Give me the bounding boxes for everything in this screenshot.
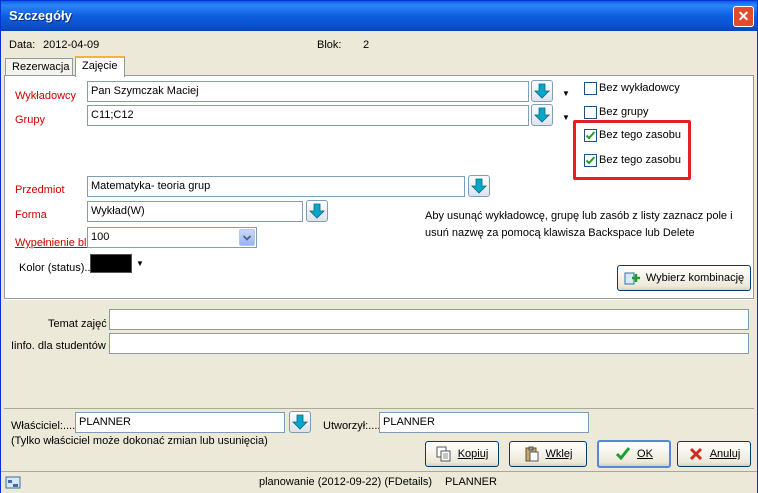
date-value: 2012-04-09	[43, 39, 100, 51]
down-arrow-icon	[292, 414, 308, 430]
info-bar: Data: 2012-04-09 Blok: 2	[1, 32, 757, 56]
owner-note: (Tylko właściciel może dokonać zmian lub…	[11, 435, 268, 447]
wybierz-kombinacje-label: Wybierz kombinację	[645, 272, 745, 284]
add-combination-icon	[624, 272, 640, 285]
wykladowcy-dropdown-icon[interactable]: ▼	[562, 89, 570, 98]
bez-grupy-checkbox[interactable]	[584, 106, 597, 119]
paste-icon	[525, 446, 539, 462]
copy-icon	[436, 446, 451, 462]
cancel-icon	[689, 447, 702, 461]
ok-button[interactable]: OK	[597, 440, 671, 468]
wykladowcy-select-button[interactable]	[531, 80, 553, 102]
close-button[interactable]: ✕	[733, 6, 754, 27]
wypelnienie-label: Wypełnienie bl.	[15, 237, 90, 249]
chevron-down-icon	[242, 235, 252, 241]
kolor-dropdown-icon[interactable]: ▼	[136, 259, 144, 268]
bez-wykladowcy-label: Bez wykładowcy	[599, 82, 680, 94]
wykladowcy-field[interactable]: Pan Szymczak Maciej	[87, 81, 529, 102]
down-arrow-icon	[534, 107, 550, 123]
tab-zajecie[interactable]: Zajęcie	[75, 56, 125, 77]
utworzyl-field: PLANNER	[379, 412, 589, 433]
info-students-field[interactable]	[109, 333, 749, 354]
wykladowcy-label: Wykładowcy	[15, 90, 77, 102]
title-bar: Szczegóły ✕	[1, 1, 757, 31]
utworzyl-label: Utworzył:....	[323, 420, 381, 432]
wypelnienie-dropdown-button[interactable]	[239, 229, 255, 246]
temat-field[interactable]	[109, 309, 749, 330]
wlasciciel-field[interactable]: PLANNER	[75, 412, 285, 433]
info-students-label: Iinfo. dla studentów	[11, 340, 106, 352]
down-arrow-icon	[471, 178, 487, 194]
date-label: Data:	[9, 39, 36, 51]
kolor-swatch[interactable]	[90, 254, 132, 273]
przedmiot-field[interactable]: Matematyka- teoria grup	[87, 176, 465, 197]
bez-grupy-label: Bez grupy	[599, 106, 649, 118]
wypelnienie-value: 100	[91, 231, 110, 243]
status-bar: planowanie (2012-09-22) (FDetails) PLANN…	[1, 471, 757, 493]
anuluj-label: Anuluj	[709, 448, 741, 460]
wlasciciel-label: Właściciel:....	[11, 420, 76, 432]
window-title: Szczegóły	[9, 8, 72, 23]
divider	[4, 408, 754, 409]
status-user: PLANNER	[445, 476, 497, 488]
down-arrow-icon	[534, 83, 550, 99]
anuluj-button[interactable]: Anuluj	[677, 441, 751, 467]
forma-field[interactable]: Wykład(W)	[87, 201, 303, 222]
details-window: Szczegóły ✕ Data: 2012-04-09 Blok: 2 Rez…	[0, 0, 758, 493]
temat-label: Temat zajęć	[48, 318, 107, 330]
przedmiot-label: Przedmiot	[15, 184, 65, 196]
grupy-select-button[interactable]	[531, 104, 553, 126]
bez-wykladowcy-checkbox[interactable]	[584, 82, 597, 95]
ok-label: OK	[637, 448, 653, 460]
wklej-button[interactable]: Wklej	[509, 441, 587, 467]
app-icon	[5, 476, 21, 489]
checkmark-icon	[615, 447, 631, 461]
przedmiot-select-button[interactable]	[468, 175, 490, 197]
annotation-highlight	[573, 120, 691, 180]
wklej-label: Wklej	[545, 448, 573, 460]
help-text-line1: Aby usunąć wykładowcę, grupę lub zasób z…	[425, 210, 733, 222]
wybierz-kombinacje-button[interactable]: Wybierz kombinację	[617, 265, 751, 291]
block-value: 2	[363, 39, 370, 51]
forma-label: Forma	[15, 209, 47, 221]
kopiuj-label: Kopiuj	[457, 448, 489, 460]
grupy-label: Grupy	[15, 114, 45, 126]
kolor-label: Kolor (status)..	[19, 262, 91, 274]
wlasciciel-select-button[interactable]	[289, 411, 311, 433]
grupy-field[interactable]: C11;C12	[87, 105, 529, 126]
down-arrow-icon	[309, 203, 325, 219]
grupy-dropdown-icon[interactable]: ▼	[562, 113, 570, 122]
wypelnienie-select[interactable]: 100	[87, 227, 257, 248]
block-label: Blok:	[317, 39, 342, 51]
kopiuj-button[interactable]: Kopiuj	[425, 441, 499, 467]
tab-rezerwacja[interactable]: Rezerwacja	[5, 58, 73, 76]
forma-select-button[interactable]	[306, 200, 328, 222]
help-text-line2: usuń nazwę za pomocą klawisza Backspace …	[425, 227, 695, 239]
status-app: planowanie (2012-09-22) (FDetails)	[259, 476, 433, 488]
